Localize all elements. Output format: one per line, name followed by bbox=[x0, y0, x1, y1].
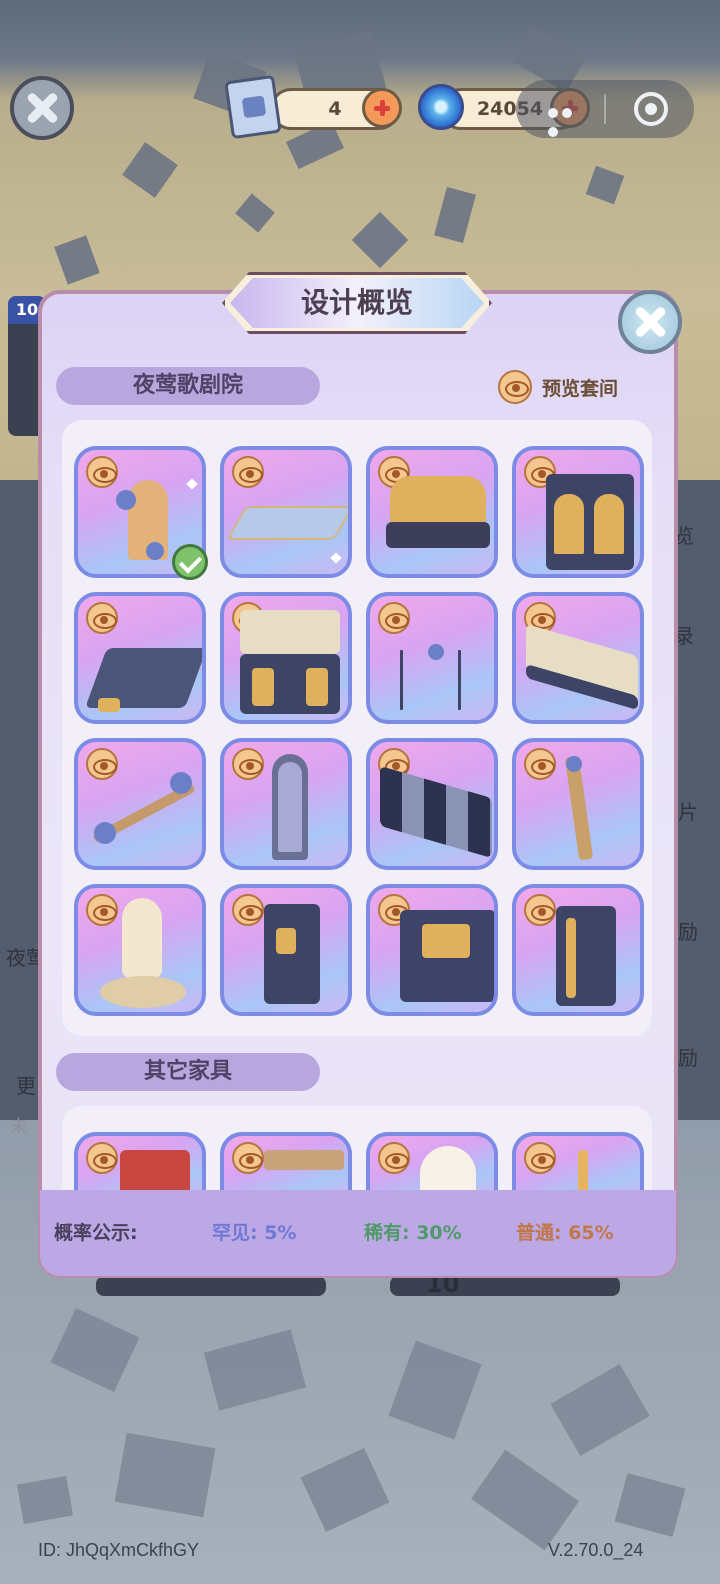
item-card-booth[interactable] bbox=[220, 884, 352, 1016]
statue-art bbox=[122, 898, 162, 978]
bg-right-label: 励 bbox=[678, 1046, 698, 1070]
probability-common: 普通: 65% bbox=[516, 1222, 614, 1244]
flower-art bbox=[94, 822, 116, 844]
item-card-statue[interactable] bbox=[74, 884, 206, 1016]
eye-icon[interactable] bbox=[232, 456, 264, 488]
probability-rare: 罕见: 5% bbox=[212, 1222, 297, 1244]
modal-title: 设计概览 bbox=[300, 286, 413, 319]
exit-target-icon[interactable] bbox=[634, 92, 668, 126]
eye-icon[interactable] bbox=[86, 748, 118, 780]
ticket-icon bbox=[224, 74, 282, 140]
item-card-candle[interactable] bbox=[512, 1132, 644, 1198]
owned-check-icon bbox=[172, 544, 208, 580]
stage-window-art bbox=[306, 668, 328, 706]
eye-icon[interactable] bbox=[86, 456, 118, 488]
close-icon bbox=[633, 305, 667, 339]
gem-icon bbox=[418, 84, 464, 130]
item-card-ghost[interactable] bbox=[366, 1132, 498, 1198]
booth-art bbox=[264, 904, 320, 1004]
section-title-opera: 夜莺歌剧院 bbox=[56, 367, 320, 405]
item-card-swing[interactable] bbox=[366, 592, 498, 724]
window-glass-art bbox=[278, 762, 302, 852]
item-card-stairs[interactable] bbox=[74, 592, 206, 724]
item-card-curtain[interactable] bbox=[74, 1132, 206, 1198]
eye-icon[interactable] bbox=[524, 894, 556, 926]
probability-epic: 稀有: 30% bbox=[364, 1222, 462, 1244]
stage-window-art bbox=[252, 668, 274, 706]
checker-floor-art bbox=[380, 765, 492, 859]
cabinet-window-art bbox=[554, 494, 584, 554]
close-modal-button[interactable] bbox=[618, 290, 682, 354]
version-label: V.2.70.0_24 bbox=[548, 1540, 644, 1560]
booth-sign-art bbox=[276, 928, 296, 954]
bg-left-label: 未 bbox=[10, 1117, 27, 1137]
capsule-divider bbox=[604, 94, 606, 124]
item-card-sofa[interactable] bbox=[366, 446, 498, 578]
stairs-deco-art bbox=[98, 698, 120, 712]
item-card-column[interactable] bbox=[512, 738, 644, 870]
flower-art bbox=[566, 756, 582, 772]
sparkle bbox=[186, 478, 198, 490]
stall-art bbox=[264, 1150, 344, 1170]
miniprogram-capsule bbox=[516, 80, 694, 138]
eye-icon[interactable] bbox=[86, 1142, 118, 1174]
item-card-cabinet[interactable] bbox=[512, 446, 644, 578]
column-art bbox=[564, 755, 594, 861]
statue-base-art bbox=[100, 976, 186, 1008]
item-card-vine[interactable] bbox=[74, 738, 206, 870]
sofa-back-art bbox=[390, 476, 486, 526]
more-menu-icon[interactable] bbox=[548, 103, 588, 137]
item-card-stage[interactable] bbox=[220, 592, 352, 724]
section-title-other: 其它家具 bbox=[56, 1053, 320, 1091]
flower-art bbox=[116, 490, 136, 510]
stage-box-art bbox=[556, 906, 616, 1006]
eye-icon[interactable] bbox=[232, 894, 264, 926]
bg-right-label: 励 bbox=[678, 920, 698, 944]
room-curtain-art bbox=[422, 924, 470, 958]
ticket-count: 4 bbox=[328, 98, 342, 120]
stage-top-art bbox=[240, 610, 340, 654]
swing-chain-art bbox=[400, 650, 403, 710]
probability-label: 概率公示: bbox=[54, 1222, 138, 1244]
eye-icon[interactable] bbox=[524, 748, 556, 780]
stage-box-pillar-art bbox=[566, 918, 576, 998]
swing-chain-art bbox=[458, 650, 461, 710]
eye-icon[interactable] bbox=[232, 748, 264, 780]
item-card-stage-box[interactable] bbox=[512, 884, 644, 1016]
item-card-stall[interactable] bbox=[220, 1132, 352, 1198]
item-card-platform[interactable] bbox=[512, 592, 644, 724]
bg-right-label: 片 bbox=[678, 800, 698, 824]
flower-art bbox=[428, 644, 444, 660]
eye-icon[interactable] bbox=[524, 1142, 556, 1174]
bg-bottom-panel bbox=[390, 1276, 620, 1296]
close-icon bbox=[25, 91, 59, 125]
add-ticket-button[interactable] bbox=[362, 88, 402, 128]
flower-art bbox=[170, 772, 192, 794]
flower-art bbox=[146, 542, 164, 560]
sparkle bbox=[330, 552, 342, 564]
bg-bottom-panel bbox=[96, 1276, 326, 1296]
carpet-art bbox=[226, 506, 348, 540]
preview-suite-button[interactable]: 预览套间 bbox=[498, 368, 618, 406]
bg-left-label: 更 bbox=[16, 1074, 36, 1098]
user-id: ID: JhQqXmCkfhGY bbox=[38, 1540, 200, 1560]
preview-suite-label: 预览套间 bbox=[542, 377, 619, 400]
eye-icon[interactable] bbox=[378, 602, 410, 634]
item-card-checker-floor[interactable] bbox=[366, 738, 498, 870]
eye-icon[interactable] bbox=[86, 602, 118, 634]
cabinet-window-art bbox=[594, 494, 624, 554]
item-card-window[interactable] bbox=[220, 738, 352, 870]
eye-icon[interactable] bbox=[378, 1142, 410, 1174]
item-card-carpet[interactable] bbox=[220, 446, 352, 578]
eye-icon bbox=[498, 370, 532, 404]
sofa-seat-art bbox=[386, 522, 490, 548]
eye-icon[interactable] bbox=[86, 894, 118, 926]
bg-shard bbox=[16, 1475, 74, 1525]
eye-icon[interactable] bbox=[232, 1142, 264, 1174]
item-card-room[interactable] bbox=[366, 884, 498, 1016]
back-close-button[interactable] bbox=[10, 76, 74, 140]
